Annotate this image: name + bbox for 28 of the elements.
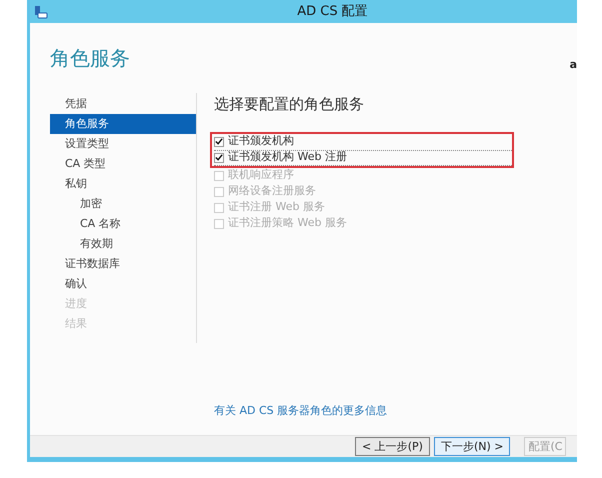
wizard-button[interactable]: 下一步(N) >: [434, 437, 510, 456]
checkbox-label: 网络设备注册服务: [228, 183, 316, 200]
checkbox-label: 证书颁发机构: [228, 133, 294, 150]
sidebar-item[interactable]: 加密: [50, 194, 196, 214]
sidebar-item[interactable]: 设置类型: [50, 134, 196, 154]
wizard-button[interactable]: < 上一步(P): [355, 437, 430, 456]
checkbox-label: 证书注册策略 Web 服务: [228, 215, 347, 232]
checkbox-label: 证书注册 Web 服务: [228, 199, 325, 216]
page-title: 角色服务: [50, 45, 130, 72]
checkbox[interactable]: [214, 152, 224, 162]
server-name: a: [570, 57, 577, 73]
sidebar-item: 结果: [64, 316, 88, 332]
sidebar-item[interactable]: 证书数据库: [50, 254, 196, 274]
sidebar-item[interactable]: CA 名称: [50, 214, 196, 234]
sidebar-item: 进度: [64, 296, 88, 312]
checkbox-label: 证书颁发机构 Web 注册: [228, 149, 347, 166]
window-title: AD CS 配置: [296, 2, 369, 21]
info-link[interactable]: 有关 AD CS 服务器角色的更多信息: [214, 402, 577, 419]
checkbox-label: 联机响应程序: [228, 167, 294, 184]
sidebar-item[interactable]: 凭据: [50, 94, 196, 114]
sidebar-item[interactable]: 角色服务: [50, 114, 196, 134]
section-heading: 选择要配置的角色服务: [214, 94, 365, 115]
sidebar-item[interactable]: 确认: [50, 274, 196, 294]
sidebar-item[interactable]: CA 类型: [50, 154, 196, 174]
app-icon: [34, 4, 48, 18]
sidebar-item[interactable]: 私钥: [50, 174, 196, 194]
checkbox[interactable]: [214, 136, 224, 146]
sidebar-item[interactable]: 有效期: [50, 234, 196, 254]
